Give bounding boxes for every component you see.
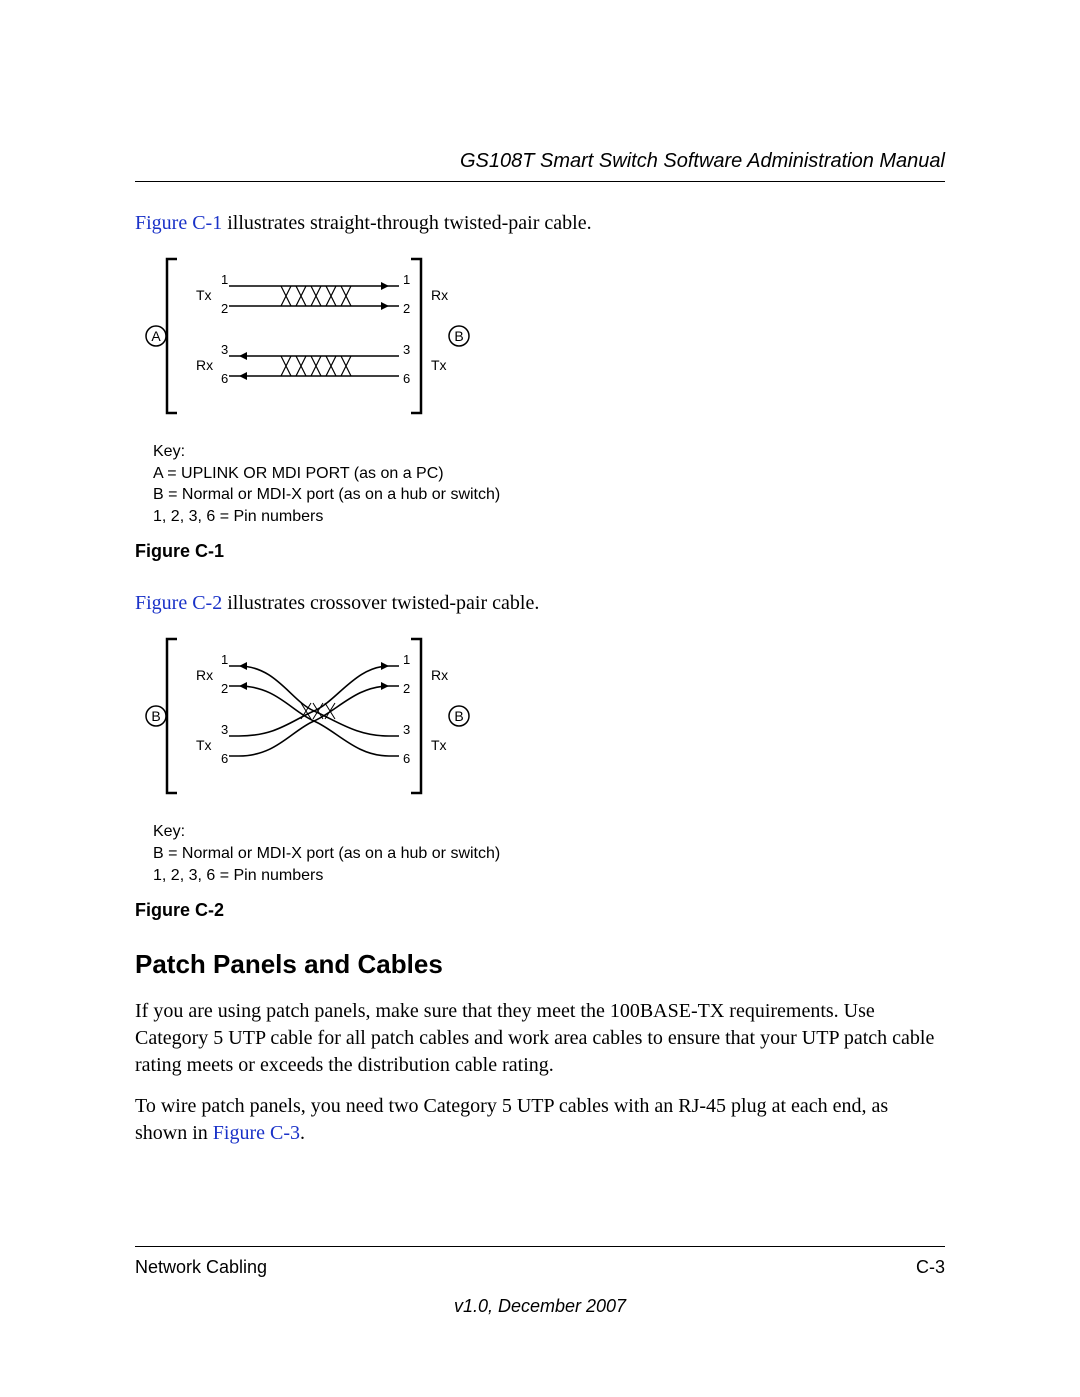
figure-c2-pin1-left: 1	[221, 652, 228, 667]
figure-c1-pin3-left: 3	[221, 342, 228, 357]
section-heading-patch-panels: Patch Panels and Cables	[135, 949, 945, 980]
figure-c2-right-bottom-label: Tx	[431, 737, 447, 753]
section-para2-post: .	[300, 1122, 305, 1144]
footer-page-number: C-3	[916, 1257, 945, 1278]
figure-c1-left-circle-label: A	[151, 328, 161, 344]
section-para1: If you are using patch panels, make sure…	[135, 998, 945, 1079]
figure-c2-intro: Figure C-2 illustrates crossover twisted…	[135, 590, 945, 617]
header-document-title: GS108T Smart Switch Software Administrat…	[135, 150, 945, 173]
figure-c1-pin3-right: 3	[403, 342, 410, 357]
figure-c1-right-bottom-label: Tx	[431, 357, 447, 373]
figure-c1-key: Key: A = UPLINK OR MDI PORT (as on a PC)…	[153, 441, 945, 527]
figure-c2-diagram: B B Rx Tx Rx Tx 1 2 3 6 1 2 3 6 Key: B =…	[141, 631, 945, 886]
figure-c2-right-top-label: Rx	[431, 667, 448, 683]
figure-c2-key-b: B = Normal or MDI-X port (as on a hub or…	[153, 843, 945, 865]
figure-c1-link[interactable]: Figure C-1	[135, 212, 222, 234]
figure-c1-left-top-label: Tx	[196, 287, 212, 303]
figure-c2-intro-rest: illustrates crossover twisted-pair cable…	[222, 592, 539, 614]
footer-version: v1.0, December 2007	[135, 1296, 945, 1317]
figure-c2-key: Key: B = Normal or MDI-X port (as on a h…	[153, 821, 945, 886]
figure-c1-key-a: A = UPLINK OR MDI PORT (as on a PC)	[153, 463, 945, 485]
figure-c2-key-heading: Key:	[153, 821, 945, 843]
figure-c1-key-pins: 1, 2, 3, 6 = Pin numbers	[153, 506, 945, 528]
figure-c2-left-circle-label: B	[151, 708, 160, 724]
footer-section-name: Network Cabling	[135, 1257, 267, 1278]
figure-c2-pin2-left: 2	[221, 681, 228, 696]
figure-c3-link[interactable]: Figure C-3	[213, 1122, 300, 1144]
figure-c2-link[interactable]: Figure C-2	[135, 592, 222, 614]
figure-c1-pin2-right: 2	[403, 301, 410, 316]
figure-c1-pin6-right: 6	[403, 371, 410, 386]
footer-rule	[135, 1246, 945, 1247]
figure-c2-left-bottom-label: Tx	[196, 737, 212, 753]
figure-c1-diagram: A B Tx Rx Rx Tx 1 2 3 6 1 2 3 6 Key: A =…	[141, 251, 945, 527]
figure-c1-pin2-left: 2	[221, 301, 228, 316]
figure-c2-left-top-label: Rx	[196, 667, 213, 683]
figure-c2-pin2-right: 2	[403, 681, 410, 696]
figure-c1-right-top-label: Rx	[431, 287, 448, 303]
figure-c2-pin1-right: 1	[403, 652, 410, 667]
figure-c1-pin1-right: 1	[403, 272, 410, 287]
figure-c1-right-circle-label: B	[454, 328, 463, 344]
figure-c2-pin3-right: 3	[403, 722, 410, 737]
figure-c2-pin6-left: 6	[221, 751, 228, 766]
figure-c1-intro-rest: illustrates straight-through twisted-pai…	[222, 212, 591, 234]
figure-c2-key-pins: 1, 2, 3, 6 = Pin numbers	[153, 865, 945, 887]
figure-c1-caption: Figure C-1	[135, 541, 945, 562]
header-rule	[135, 181, 945, 182]
figure-c1-pin6-left: 6	[221, 371, 228, 386]
figure-c2-pin3-left: 3	[221, 722, 228, 737]
figure-c2-right-circle-label: B	[454, 708, 463, 724]
figure-c2-caption: Figure C-2	[135, 900, 945, 921]
figure-c1-pin1-left: 1	[221, 272, 228, 287]
figure-c2-pin6-right: 6	[403, 751, 410, 766]
figure-c1-left-bottom-label: Rx	[196, 357, 213, 373]
figure-c1-key-heading: Key:	[153, 441, 945, 463]
section-para2: To wire patch panels, you need two Categ…	[135, 1093, 945, 1147]
figure-c1-intro: Figure C-1 illustrates straight-through …	[135, 210, 945, 237]
figure-c1-key-b: B = Normal or MDI-X port (as on a hub or…	[153, 484, 945, 506]
